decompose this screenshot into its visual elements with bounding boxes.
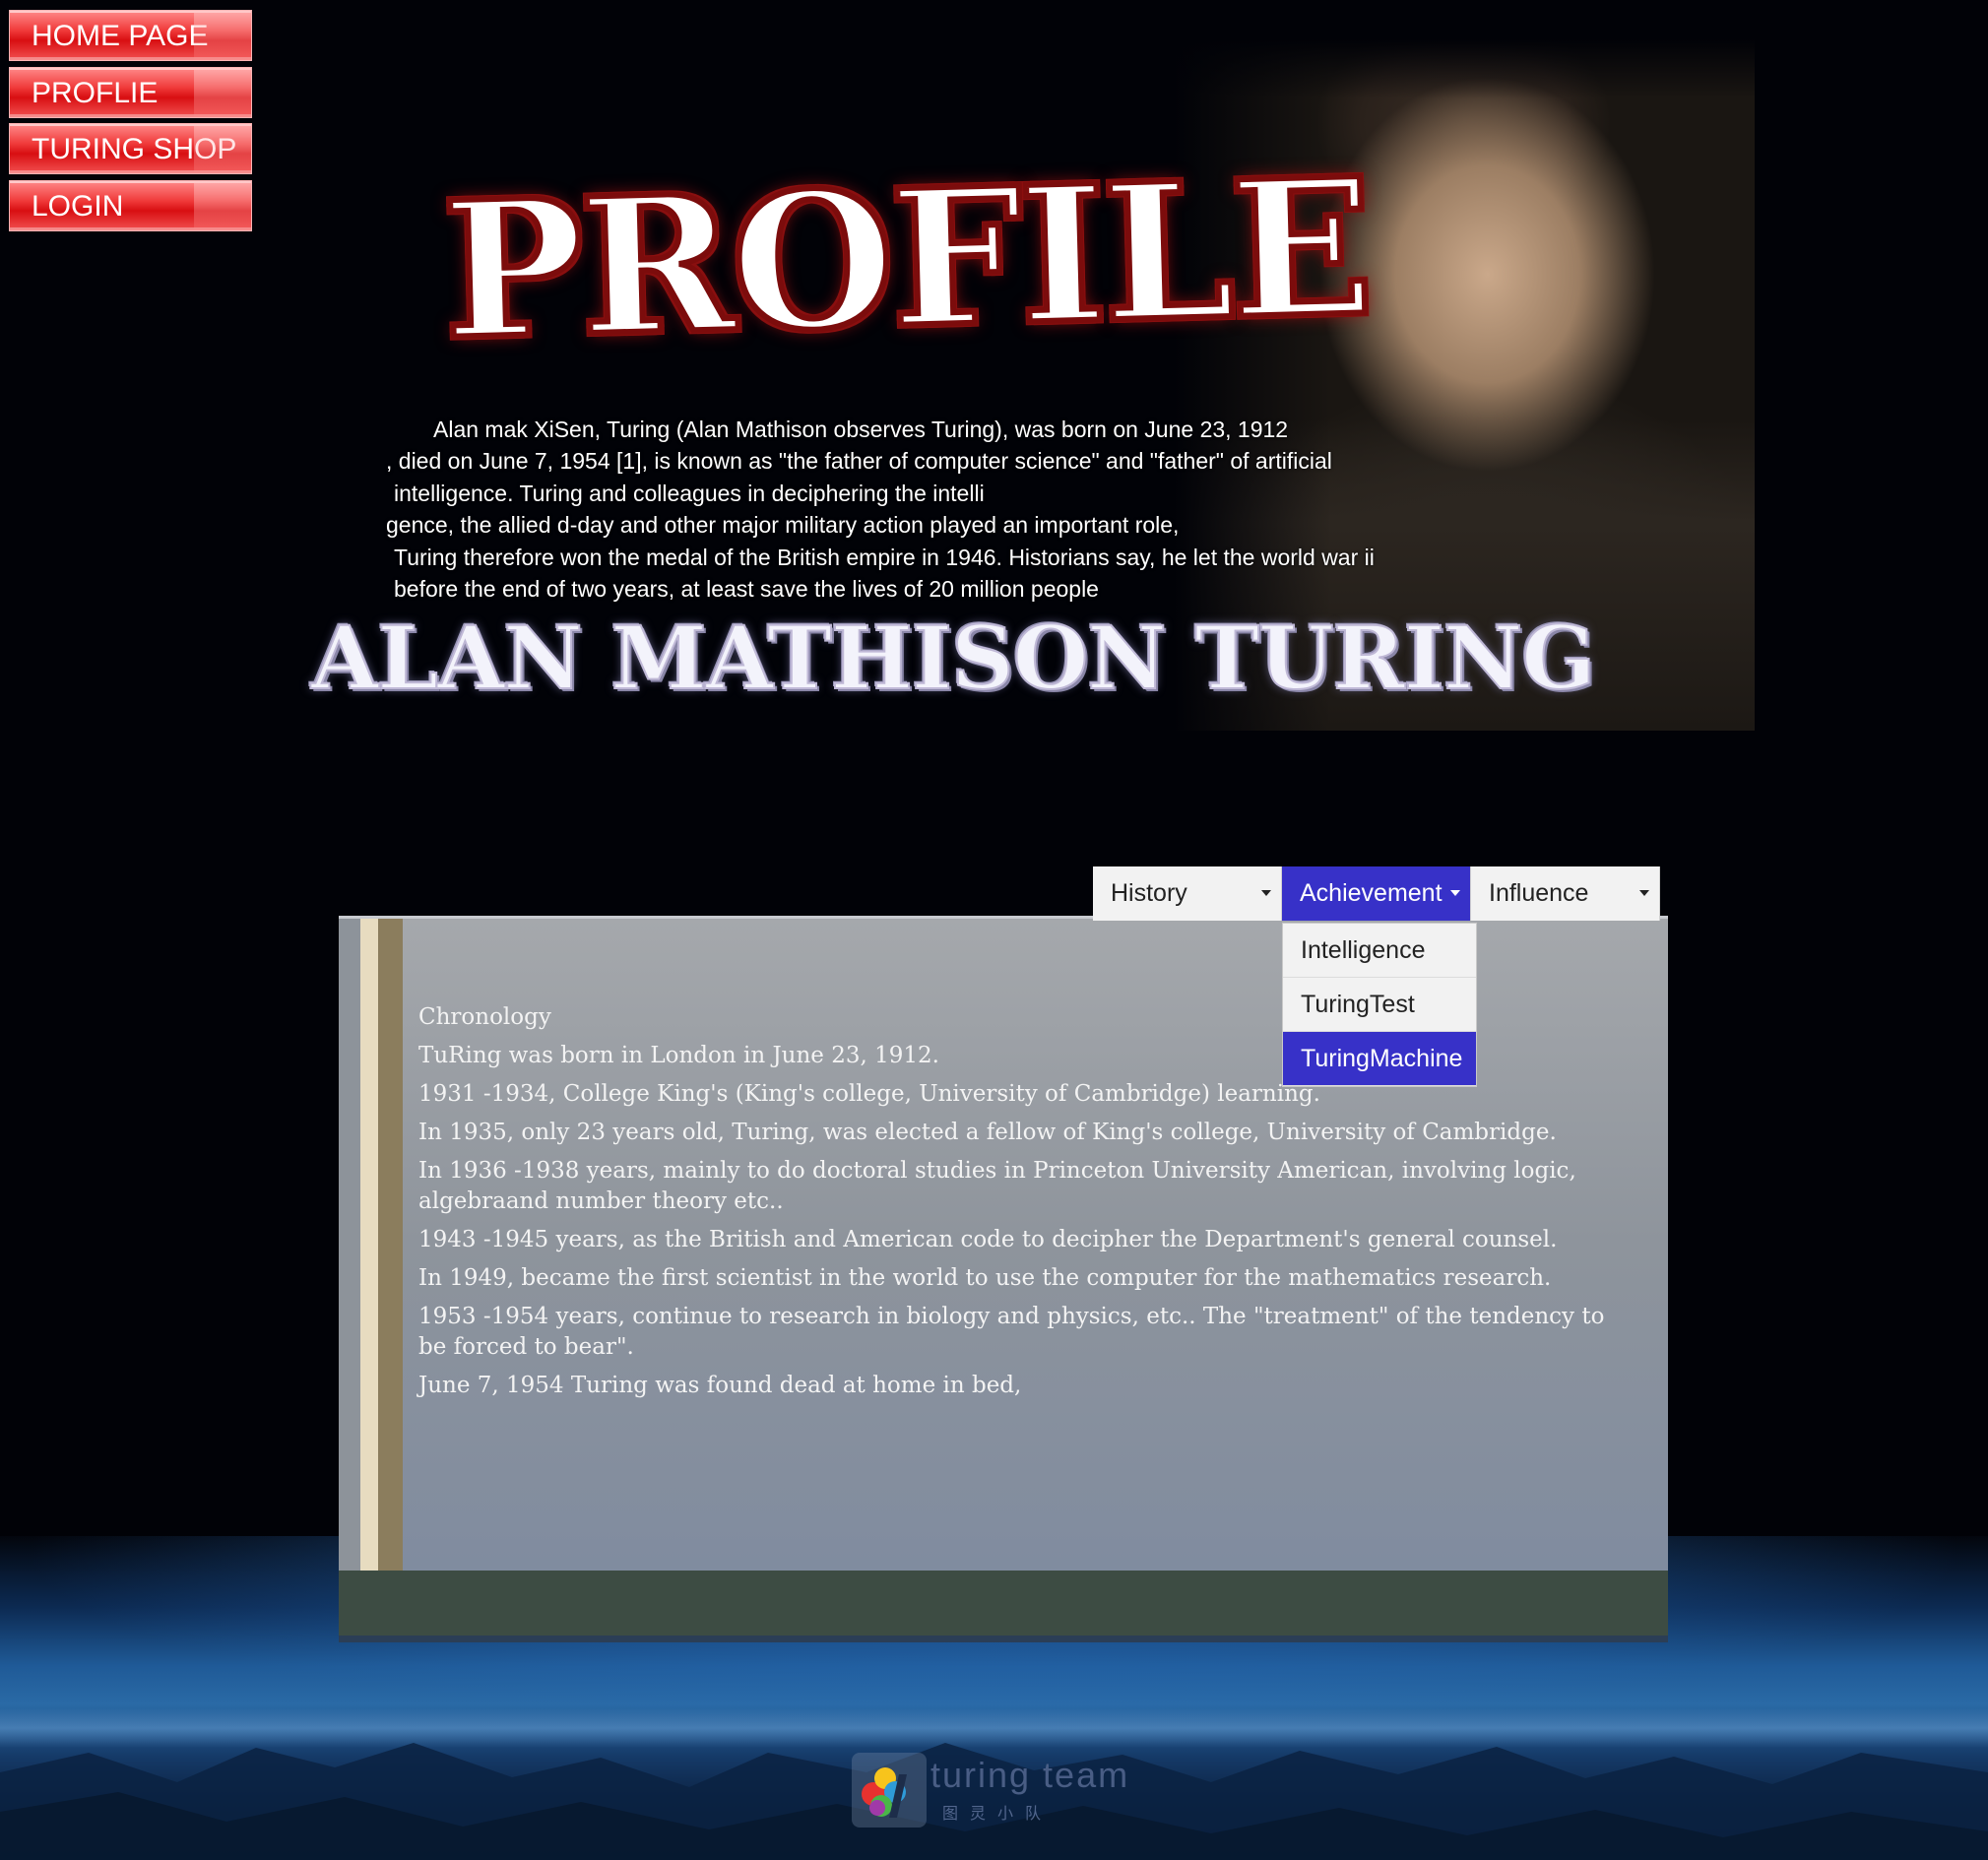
chronology-item: In 1935, only 23 years old, Turing, was …: [418, 1120, 1557, 1145]
main-nav: HOME PAGE PROFLIE TURING SHOP LOGIN: [9, 10, 252, 236]
menu-item-intelligence[interactable]: Intelligence: [1283, 924, 1476, 978]
tab-influence[interactable]: Influence: [1471, 866, 1660, 921]
name-title: ALAN MATHISON TURING: [310, 607, 1597, 709]
tab-history-label: History: [1111, 879, 1187, 907]
nav-home-page[interactable]: HOME PAGE: [9, 10, 252, 61]
panel-tan-stripe: [378, 919, 403, 1639]
tab-achievement[interactable]: Achievement: [1282, 866, 1471, 921]
bio-line: , died on June 7, 1954 [1], is known as …: [386, 448, 1332, 475]
bio-line: intelligence. Turing and colleagues in d…: [394, 480, 985, 506]
panel-footline: [339, 1636, 1668, 1642]
pinwheel-icon: [862, 1767, 907, 1818]
panel-bottom-bar: [339, 1571, 1668, 1636]
nav-login[interactable]: LOGIN: [9, 179, 252, 231]
chronology-item: 1943 -1945 years, as the British and Ame…: [418, 1227, 1558, 1252]
bio-line: Turing therefore won the medal of the Br…: [394, 544, 1375, 570]
achievement-dropdown: Intelligence TuringTest TuringMachine: [1282, 923, 1477, 1087]
turing-team-logo: turing team 图灵小队: [852, 1753, 1137, 1831]
nav-turing-shop[interactable]: TURING SHOP: [9, 123, 252, 174]
panel-left-strip: [339, 919, 360, 1639]
chronology-item: June 7, 1954 Turing was found dead at ho…: [418, 1373, 1022, 1398]
bio-line: before the end of two years, at least sa…: [394, 576, 1099, 603]
chronology-item: In 1949, became the first scientist in t…: [418, 1265, 1552, 1291]
chronology-item: 1953 -1954 years, continue to research i…: [418, 1304, 1605, 1360]
chronology-item: In 1936 -1938 years, mainly to do doctor…: [418, 1158, 1576, 1214]
profile-banner: PROFILE Alan mak XiSen, Turing (Alan Mat…: [295, 39, 1755, 731]
chevron-down-icon: [1261, 890, 1271, 896]
panel-cream-stripe: [360, 919, 378, 1639]
chevron-down-icon: [1450, 890, 1460, 896]
logo-mark: [852, 1753, 927, 1828]
menu-item-turingtest[interactable]: TuringTest: [1283, 978, 1476, 1032]
tab-influence-label: Influence: [1489, 879, 1589, 907]
portrait-fade-top: [1174, 39, 1755, 98]
chevron-down-icon: [1639, 890, 1649, 896]
logo-text: turing team: [930, 1755, 1130, 1795]
tab-history[interactable]: History: [1093, 866, 1282, 921]
logo-subtitle: 图灵小队: [942, 1804, 1054, 1823]
nav-proflie[interactable]: PROFLIE: [9, 66, 252, 118]
bio-text: Alan mak XiSen, Turing (Alan Mathison ob…: [386, 414, 1518, 605]
profile-title: PROFILE: [437, 134, 1375, 384]
bio-line: Alan mak XiSen, Turing (Alan Mathison ob…: [433, 417, 1289, 442]
tab-achievement-label: Achievement: [1300, 879, 1443, 907]
bio-line: gence, the allied d-day and other major …: [386, 512, 1180, 539]
menu-item-turingmachine[interactable]: TuringMachine: [1283, 1032, 1476, 1086]
